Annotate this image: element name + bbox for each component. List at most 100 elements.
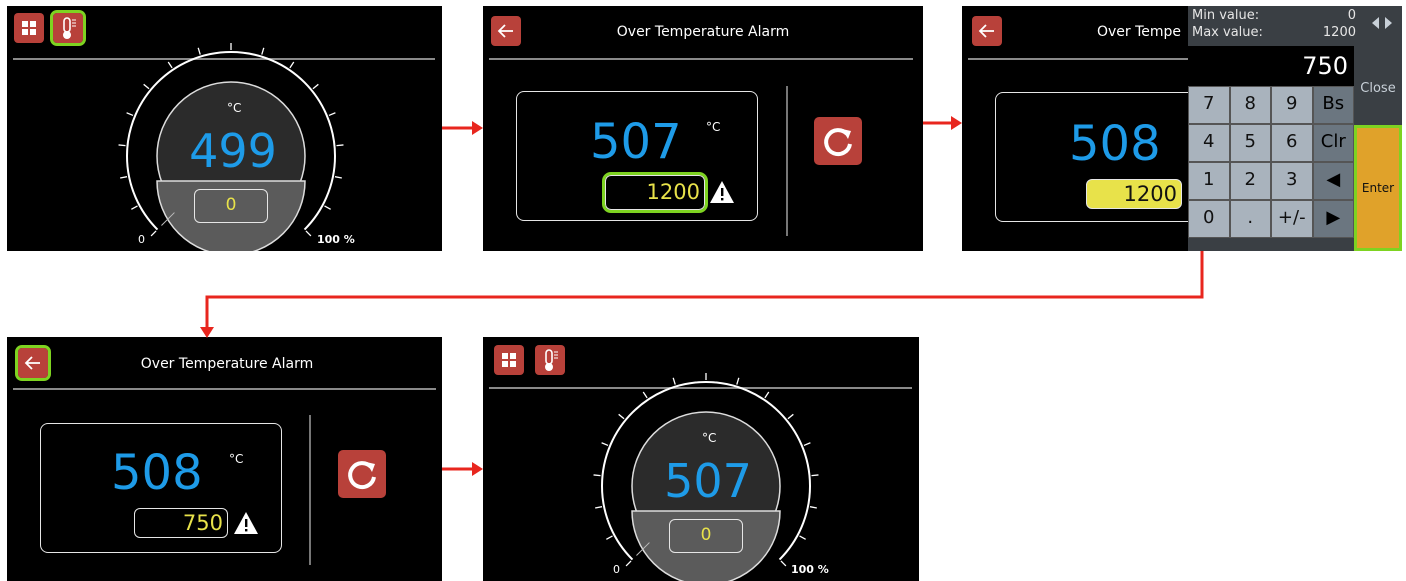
gauge-tick (120, 176, 128, 179)
alarm-setpoint-field[interactable]: 1200 (602, 172, 708, 213)
gauge-tick (780, 560, 787, 567)
back-button[interactable] (15, 345, 51, 381)
refresh-icon (824, 128, 852, 157)
gauge-tick (595, 506, 603, 509)
gauge-screen-1: °C 499 0 0 100 % (7, 6, 442, 251)
keypad-key[interactable]: 7 (1188, 86, 1230, 124)
keypad-key[interactable]: Clr (1312, 124, 1354, 162)
gauge-unit: °C (227, 101, 242, 115)
keypad-key[interactable]: 8 (1229, 86, 1271, 124)
header-divider (489, 58, 913, 60)
gauge-tick (305, 230, 312, 237)
gauge-tick (150, 230, 157, 237)
min-value: 0 (1347, 8, 1356, 23)
gauge-tick (809, 506, 817, 509)
keypad-key[interactable]: 0 (1188, 200, 1230, 238)
max-value: 1200 (1322, 25, 1356, 40)
gauge-tick (336, 144, 344, 147)
gauge-tick (334, 176, 342, 179)
back-arrow-icon (978, 24, 994, 38)
gauge-tick (787, 413, 794, 420)
refresh-icon (348, 461, 376, 490)
gauge-tick (799, 535, 806, 540)
move-keypad-icon[interactable] (1371, 16, 1393, 30)
current-temperature: 508 (111, 445, 203, 501)
gauge-tick (324, 205, 331, 210)
keypad-key[interactable]: +/- (1271, 200, 1313, 238)
gauge-tick (593, 474, 601, 477)
keypad-key[interactable]: 6 (1271, 124, 1313, 162)
alarm-screen-1: Over Temperature Alarm 507 °C 1200 (483, 6, 923, 251)
gauge-tick (197, 47, 201, 55)
keypad-key[interactable]: 3 (1271, 162, 1313, 200)
back-button[interactable] (972, 16, 1002, 46)
header-divider (13, 388, 436, 390)
gauge-tick (328, 112, 336, 117)
gauge-tick (131, 205, 138, 210)
gauge-tick (118, 144, 126, 147)
gauge-tick (618, 413, 625, 420)
gauge-unit: °C (702, 431, 717, 445)
vertical-divider (309, 415, 311, 565)
scale-max-label: 100 % (317, 233, 355, 246)
reset-button[interactable] (814, 117, 862, 165)
keypad-key[interactable]: Bs (1312, 86, 1354, 124)
keypad-key[interactable]: . (1229, 200, 1271, 238)
keypad-key[interactable]: 1 (1188, 162, 1230, 200)
vertical-divider (786, 86, 788, 236)
page-title: Over Temperature Alarm (140, 356, 314, 372)
back-button[interactable] (491, 16, 521, 46)
gauge-tick (803, 442, 811, 447)
warning-icon (234, 512, 258, 534)
gauge-tick (261, 47, 265, 55)
gauge-tick (126, 112, 134, 117)
gauge-tick (289, 61, 295, 69)
gauge-tick (167, 61, 173, 69)
flow-arrow-3-to-4 (205, 251, 1204, 330)
scale-max-label: 100 % (791, 563, 829, 576)
gauge-tick (143, 83, 150, 90)
gauge-setpoint-box[interactable]: 0 (669, 519, 743, 553)
keypad-enter-button[interactable]: Enter (1354, 125, 1402, 251)
keypad-key[interactable]: 9 (1271, 86, 1313, 124)
gauge-tick (811, 474, 819, 477)
alarm-setpoint-field[interactable]: 750 (134, 508, 228, 538)
alarm-screen-2: Over Temperature Alarm 508 °C 750 (7, 337, 442, 581)
page-title-partial: Over Tempe (1097, 24, 1182, 40)
gauge-temperature: 499 (189, 124, 277, 178)
gauge-screen-2: °C 507 0 0 100 % (483, 337, 919, 581)
temperature-unit: °C (229, 452, 244, 466)
reset-button[interactable] (338, 450, 386, 498)
keypad-key[interactable]: ◀ (1312, 162, 1354, 200)
gauge-setpoint-box[interactable]: 0 (194, 189, 268, 223)
keypad-key[interactable]: 5 (1229, 124, 1271, 162)
keypad-entry-display[interactable]: 750 (1188, 46, 1354, 86)
temperature-unit: °C (706, 120, 721, 134)
back-arrow-icon (497, 24, 513, 38)
keypad-key[interactable]: 2 (1229, 162, 1271, 200)
scale-min-label: 0 (613, 563, 620, 576)
gauge-temperature: 507 (664, 454, 752, 508)
page-title: Over Temperature Alarm (616, 24, 790, 40)
scale-min-label: 0 (138, 233, 145, 246)
gauge-tick (764, 391, 770, 399)
gauge-tick (312, 83, 319, 90)
current-temperature: 508 (1069, 116, 1161, 172)
warning-icon (710, 181, 734, 203)
keypad-close-button[interactable]: Close (1354, 46, 1402, 124)
header-divider (968, 58, 1198, 60)
current-temperature: 507 (590, 114, 682, 170)
keypad-key[interactable]: 4 (1188, 124, 1230, 162)
gauge-tick (601, 442, 609, 447)
max-value-label: Max value: (1192, 25, 1263, 40)
keypad-key[interactable]: ▶ (1312, 200, 1354, 238)
gauge-tick (606, 535, 613, 540)
min-value-label: Min value: (1192, 8, 1260, 23)
back-arrow-icon (24, 356, 40, 370)
alarm-setpoint-field[interactable]: 1200 (1086, 179, 1182, 209)
numeric-keypad: Min value: 0 Max value: 1200 750 Close 7… (1188, 6, 1402, 251)
keypad-screen: Over Tempe 508 1200 Min value: 0 Max val… (962, 6, 1402, 251)
keypad-keys: 7 8 9 Bs 4 5 6 Clr 1 2 3 ◀ 0. +/- ▶ (1188, 86, 1354, 251)
gauge-tick (736, 377, 740, 385)
gauge-tick (642, 391, 648, 399)
